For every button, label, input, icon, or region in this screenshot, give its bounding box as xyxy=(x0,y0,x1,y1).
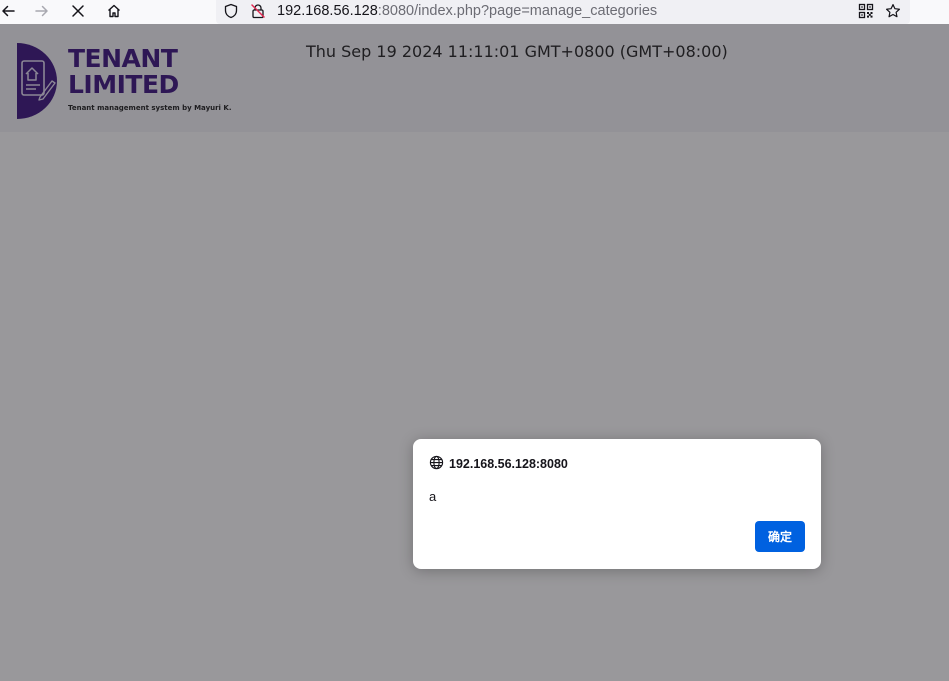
stop-loading-icon[interactable] xyxy=(66,0,90,22)
url-bar[interactable]: 192.168.56.128:8080/index.php?page=manag… xyxy=(216,0,910,24)
forward-arrow-icon[interactable] xyxy=(30,0,54,22)
alert-dialog: 192.168.56.128:8080 a 确定 xyxy=(413,439,821,569)
home-icon[interactable] xyxy=(102,0,126,22)
back-arrow-icon[interactable] xyxy=(0,0,20,22)
modal-overlay xyxy=(0,24,949,681)
shield-icon[interactable] xyxy=(222,2,240,20)
star-icon[interactable] xyxy=(884,2,902,20)
url-text[interactable]: 192.168.56.128:8080/index.php?page=manag… xyxy=(277,1,657,21)
insecure-lock-icon[interactable] xyxy=(249,2,267,20)
url-path: :8080/index.php?page=manage_categories xyxy=(377,3,658,19)
ok-button[interactable]: 确定 xyxy=(755,521,805,552)
browser-toolbar: 192.168.56.128:8080/index.php?page=manag… xyxy=(0,0,949,24)
url-host: 192.168.56.128 xyxy=(277,3,378,19)
qr-code-icon[interactable] xyxy=(857,2,875,20)
dialog-origin: 192.168.56.128:8080 xyxy=(429,455,568,473)
dialog-message: a xyxy=(429,489,437,504)
dialog-origin-text: 192.168.56.128:8080 xyxy=(449,457,568,471)
globe-icon xyxy=(429,455,444,473)
